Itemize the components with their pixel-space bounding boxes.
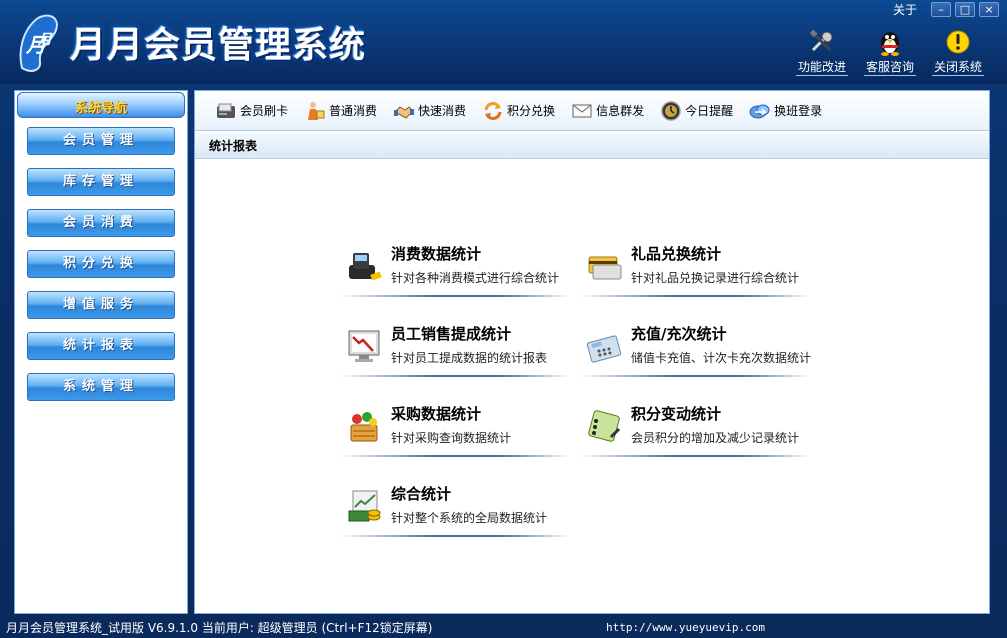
recharge-stats-link[interactable]: 充值/充次统计 储值卡充值、计次卡充次数据统计 xyxy=(579,321,811,381)
divider xyxy=(339,375,571,377)
points-exchange-button[interactable]: 积分兑换 xyxy=(476,97,561,125)
app-title: 月月会员管理系统 xyxy=(70,25,367,66)
relogin-icon xyxy=(749,104,770,118)
shift-login-button[interactable]: 换班登录 xyxy=(743,97,828,125)
sidebar-navigation: 系统导航 会员管理 库存管理 会员消费 积分兑换 增值服务 统计报表 系统管理 xyxy=(14,90,188,614)
quick-consumption-label: 快速消费 xyxy=(418,104,467,118)
consumption-stats-link[interactable]: 消费数据统计 针对各种消费模式进行综合统计 xyxy=(339,241,571,301)
customer-service-label: 客服咨询 xyxy=(863,60,916,76)
warning-icon xyxy=(946,30,970,54)
sidebar-item-value-added[interactable]: 增值服务 xyxy=(27,291,175,319)
top-tools: 功能改进 客服咨询 关闭系统 xyxy=(793,28,987,76)
shopping-basket-icon xyxy=(350,412,378,442)
shopper-icon xyxy=(308,101,325,120)
divider xyxy=(339,455,571,457)
nav-header: 系统导航 xyxy=(17,92,185,118)
sidebar-item-inventory[interactable]: 库存管理 xyxy=(27,168,175,196)
overall-stats-link[interactable]: 综合统计 针对整个系统的全局数据统计 xyxy=(339,481,571,541)
sidebar-item-statistics[interactable]: 统计报表 xyxy=(27,332,175,360)
close-system-button[interactable]: 关闭系统 xyxy=(929,28,987,76)
calculator-icon xyxy=(586,335,622,363)
window-controls: 关于 – □ × xyxy=(893,0,999,18)
sidebar-item-system-management[interactable]: 系统管理 xyxy=(27,373,175,401)
about-link[interactable]: 关于 xyxy=(893,1,917,18)
stat-title: 综合统计 xyxy=(391,485,452,503)
stat-title: 积分变动统计 xyxy=(631,405,722,423)
envelope-icon xyxy=(572,104,592,117)
divider xyxy=(339,295,571,297)
svg-text:月: 月 xyxy=(37,32,53,48)
stat-desc: 针对员工提成数据的统计报表 xyxy=(391,351,548,365)
points-change-stats-link[interactable]: 积分变动统计 会员积分的增加及减少记录统计 xyxy=(579,401,811,461)
feature-improve-label: 功能改进 xyxy=(795,60,848,76)
stat-title: 充值/充次统计 xyxy=(631,325,727,343)
customer-service-button[interactable]: 客服咨询 xyxy=(861,28,919,76)
close-system-label: 关闭系统 xyxy=(931,60,984,76)
handshake-icon xyxy=(394,105,415,119)
quick-consumption-button[interactable]: 快速消费 xyxy=(387,97,472,125)
shift-login-label: 换班登录 xyxy=(774,104,823,118)
toolbar: 会员刷卡 普通消费 快速消费 积分兑换 信息群发 今日提醒 换班登录 xyxy=(195,91,989,131)
minimize-button[interactable]: – xyxy=(931,1,951,17)
maximize-button[interactable]: □ xyxy=(955,1,975,17)
stat-title: 员工销售提成统计 xyxy=(391,325,512,343)
status-bar: 月月会员管理系统_试用版 V6.9.1.0 当前用户: 超级管理员 (Ctrl+… xyxy=(0,618,1007,638)
sidebar-item-member-consumption[interactable]: 会员消费 xyxy=(27,209,175,237)
stat-title: 礼品兑换统计 xyxy=(631,245,722,263)
main-panel: 会员刷卡 普通消费 快速消费 积分兑换 信息群发 今日提醒 换班登录 统计报表 … xyxy=(194,90,990,614)
stat-desc: 储值卡充值、计次卡充次数据统计 xyxy=(631,351,812,365)
exchange-icon xyxy=(484,101,502,120)
nav-header-label: 系统导航 xyxy=(74,101,127,116)
close-button[interactable]: × xyxy=(979,1,999,17)
member-card-swipe-label: 会员刷卡 xyxy=(240,104,289,118)
notebook-icon xyxy=(588,410,621,442)
stat-desc: 针对采购查询数据统计 xyxy=(391,431,512,445)
mass-message-label: 信息群发 xyxy=(596,104,645,118)
website-url[interactable]: http://www.yueyuevip.com xyxy=(606,618,765,638)
divider xyxy=(339,535,571,537)
stat-desc: 针对礼品兑换记录进行综合统计 xyxy=(631,271,800,285)
member-card-swipe-button[interactable]: 会员刷卡 xyxy=(209,97,294,125)
sidebar-item-member-management[interactable]: 会员管理 xyxy=(27,127,175,155)
sidebar-item-points-exchange[interactable]: 积分兑换 xyxy=(27,250,175,278)
stat-desc: 针对各种消费模式进行综合统计 xyxy=(391,271,560,285)
monitor-chart-icon xyxy=(348,330,380,362)
clock-icon xyxy=(661,100,681,121)
purchase-stats-link[interactable]: 采购数据统计 针对采购查询数据统计 xyxy=(339,401,571,461)
stat-desc: 会员积分的增加及减少记录统计 xyxy=(631,431,800,445)
divider xyxy=(579,375,811,377)
money-chart-icon xyxy=(348,490,381,522)
status-info: 月月会员管理系统_试用版 V6.9.1.0 当前用户: 超级管理员 (Ctrl+… xyxy=(6,621,433,635)
mass-message-button[interactable]: 信息群发 xyxy=(565,97,650,125)
card-reader-icon xyxy=(217,103,235,118)
stat-desc: 针对整个系统的全局数据统计 xyxy=(391,511,548,525)
tools-icon xyxy=(809,29,833,52)
feature-improve-button[interactable]: 功能改进 xyxy=(793,28,851,76)
normal-consumption-button[interactable]: 普通消费 xyxy=(298,97,383,125)
breadcrumb: 统计报表 xyxy=(195,133,989,159)
today-reminder-button[interactable]: 今日提醒 xyxy=(654,97,739,125)
stat-title: 采购数据统计 xyxy=(391,405,482,423)
pos-terminal-icon xyxy=(349,253,382,281)
divider xyxy=(579,455,811,457)
normal-consumption-label: 普通消费 xyxy=(329,104,378,118)
qq-penguin-icon xyxy=(881,32,899,56)
staff-commission-stats-link[interactable]: 员工销售提成统计 针对员工提成数据的统计报表 xyxy=(339,321,571,381)
cards-icon xyxy=(588,256,622,280)
stat-title: 消费数据统计 xyxy=(391,245,482,263)
today-reminder-label: 今日提醒 xyxy=(685,104,734,118)
title-bar: 月 月 月月会员管理系统 关于 – □ × 功能改进 客服咨询 关闭系统 xyxy=(0,0,1007,84)
app-logo-icon: 月 月 xyxy=(19,14,58,72)
points-exchange-label: 积分兑换 xyxy=(507,104,556,118)
gift-exchange-stats-link[interactable]: 礼品兑换统计 针对礼品兑换记录进行综合统计 xyxy=(579,241,811,301)
divider xyxy=(579,295,811,297)
